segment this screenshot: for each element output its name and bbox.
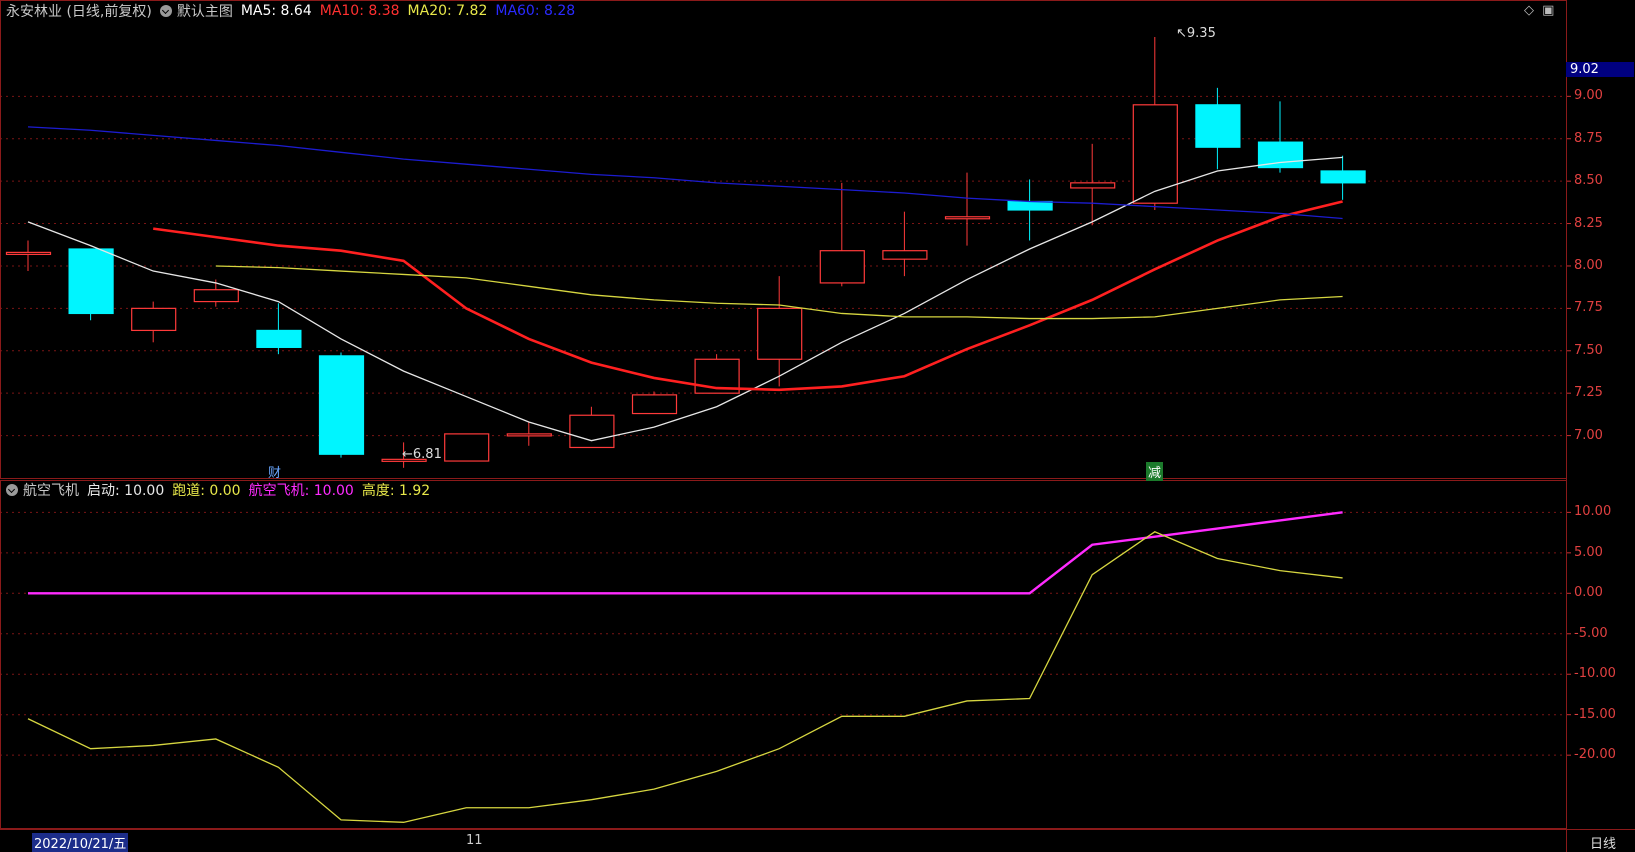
candle <box>318 352 365 458</box>
indicator-tick-label: -15.00 <box>1574 706 1616 722</box>
candle <box>444 433 490 462</box>
indicator-start: 启动: 10.00 <box>87 483 165 499</box>
candle <box>1132 36 1178 210</box>
month-label: 11 <box>466 833 483 848</box>
high-price-label: ↖9.35 <box>1176 26 1216 41</box>
price-tick-label: 8.75 <box>1574 130 1603 146</box>
indicator-tick-label: -5.00 <box>1574 625 1608 641</box>
candle-body <box>68 248 114 315</box>
marker-cai[interactable]: 财 <box>266 462 283 481</box>
candle-body <box>819 250 865 284</box>
indicator-runway: 跑道: 0.00 <box>172 483 241 499</box>
candle <box>631 391 678 415</box>
candle <box>1320 155 1366 200</box>
candle <box>882 211 928 277</box>
candle <box>5 240 52 272</box>
candle-body <box>256 329 302 348</box>
candle-body <box>506 433 552 437</box>
date-label: 2022/10/21/五 <box>32 833 129 852</box>
price-tick-label: 8.25 <box>1574 215 1603 231</box>
candle-body <box>5 251 52 255</box>
candle-body <box>569 414 615 449</box>
price-tick-label: 7.50 <box>1574 342 1603 358</box>
price-tick-label: 7.00 <box>1574 427 1603 443</box>
candle-body <box>193 289 239 303</box>
indicator-plane: 航空飞机: 10.00 <box>248 483 354 499</box>
price-tick-label: 7.25 <box>1574 385 1603 401</box>
candle-body <box>444 433 490 462</box>
candle <box>1070 143 1116 226</box>
indicator-tick-label: -10.00 <box>1574 666 1616 682</box>
price-tick-label: 8.00 <box>1574 257 1603 273</box>
indicator-tick-label: -20.00 <box>1574 747 1616 763</box>
candle-body <box>1132 104 1178 204</box>
candle-body <box>318 355 365 455</box>
pane-frames <box>0 0 1635 852</box>
candle <box>944 172 991 246</box>
chevron-down-icon[interactable] <box>6 484 18 496</box>
marker-jian[interactable]: 减 <box>1146 462 1164 481</box>
candle <box>819 182 865 287</box>
low-price-label: ←6.81 <box>402 447 442 462</box>
chart-canvas[interactable] <box>0 0 1635 852</box>
price-tick-label: 7.75 <box>1574 300 1603 316</box>
indicator-header: 航空飞机 启动: 10.00 跑道: 0.00 航空飞机: 10.00 高度: … <box>6 481 438 499</box>
candle-body <box>1007 200 1053 211</box>
indicator-tick-label: 5.00 <box>1574 544 1603 560</box>
candle <box>1195 87 1241 170</box>
current-price-box: 9.02 <box>1566 62 1634 77</box>
stock-chart-window: 永安林业 (日线,前复权) 默认主图 MA5: 8.64 MA10: 8.38 … <box>0 0 1635 852</box>
indicator-tick-label: 10.00 <box>1574 504 1612 520</box>
price-tick-label: 9.00 <box>1574 88 1603 104</box>
period-label[interactable]: 日线 <box>1590 833 1616 852</box>
height-line <box>27 531 1343 823</box>
indicator-pane-border <box>0 480 1567 829</box>
candlestick-series <box>5 36 1366 468</box>
candle <box>68 248 114 321</box>
indicator-tick-label: 0.00 <box>1574 585 1603 601</box>
candle <box>757 276 803 387</box>
candle-body <box>1195 104 1241 148</box>
candle-body <box>1320 170 1366 184</box>
candle-body <box>131 307 177 332</box>
indicator-lines <box>27 511 1343 823</box>
candle-body <box>1070 182 1116 189</box>
candle-body <box>882 250 928 260</box>
candle <box>569 406 615 449</box>
indicator-grid <box>0 511 1571 756</box>
price-tick-label: 8.50 <box>1574 173 1603 189</box>
candle <box>506 422 552 446</box>
indicator-height: 高度: 1.92 <box>361 483 431 499</box>
indicator-name[interactable]: 航空飞机 <box>23 480 79 500</box>
candle <box>131 301 177 343</box>
candle-body <box>1257 141 1304 169</box>
candle-body <box>944 216 991 220</box>
candle-body <box>757 307 803 360</box>
candle <box>1007 179 1053 241</box>
candle-body <box>631 394 678 415</box>
